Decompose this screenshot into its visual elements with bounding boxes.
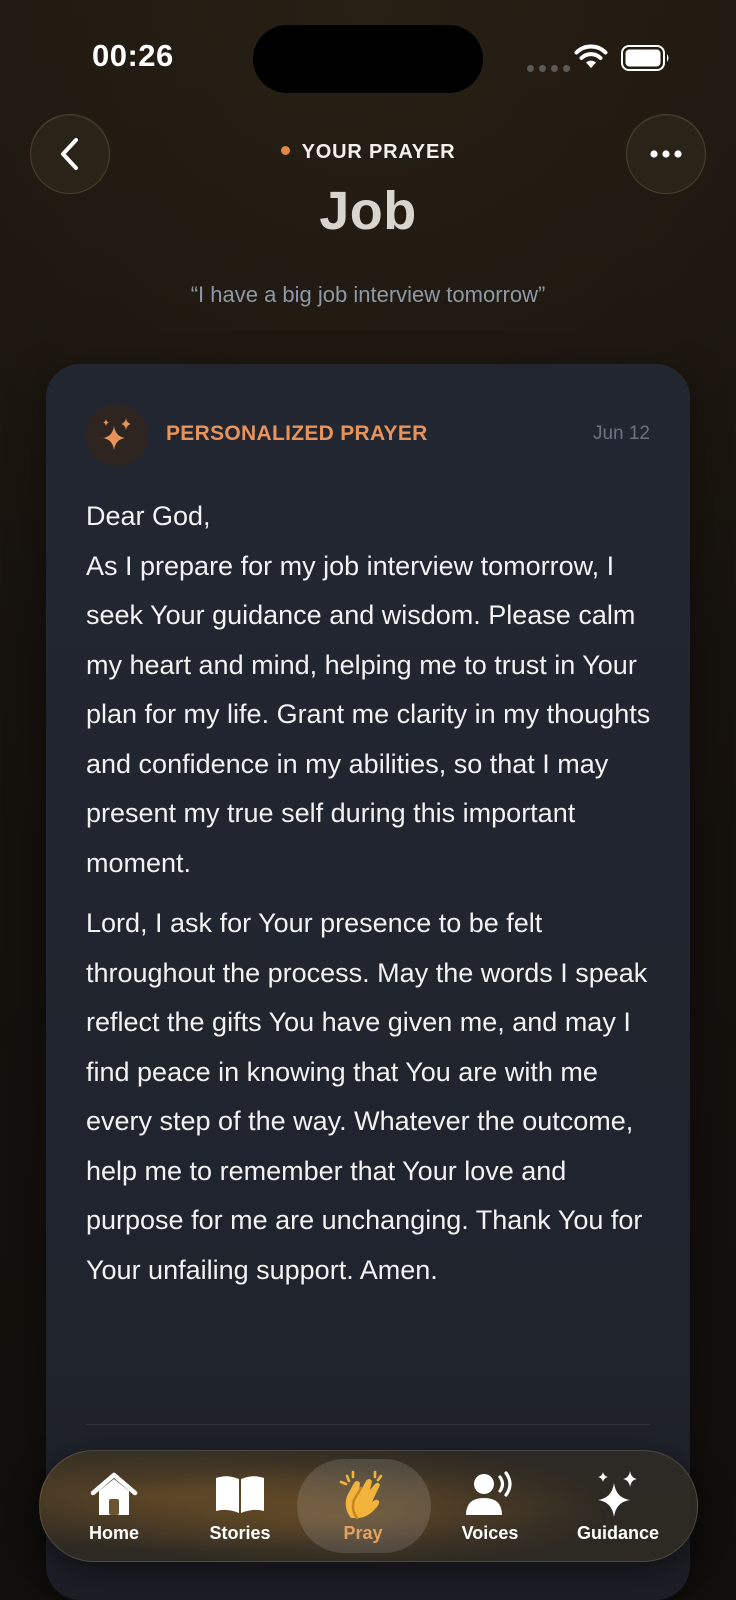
tab-pray[interactable]: Pray — [296, 1451, 430, 1561]
card-divider — [86, 1424, 650, 1425]
card-label: PERSONALIZED PRAYER — [166, 422, 428, 445]
tab-guidance-label: Guidance — [576, 1523, 660, 1543]
open-book-icon — [216, 1476, 264, 1513]
praying-hands-icon — [339, 1470, 383, 1520]
prayer-card: PERSONALIZED PRAYER Jun 12 Dear God, As … — [46, 364, 690, 1600]
status-bar: 00:26 — [0, 0, 736, 110]
tab-pray-label: Pray — [343, 1523, 383, 1543]
accent-dot — [280, 146, 290, 156]
sparkles-icon — [598, 1471, 637, 1517]
battery-icon — [621, 45, 669, 71]
wifi-icon — [574, 44, 608, 68]
speaking-person-icon — [466, 1471, 512, 1515]
tab-stories-label: Stories — [209, 1523, 271, 1543]
kicker-label: YOUR PRAYER — [301, 141, 456, 163]
cellular-signal-icon — [527, 65, 570, 72]
card-date: Jun 12 — [592, 423, 650, 444]
tab-stories[interactable]: Stories — [180, 1451, 300, 1561]
tab-voices[interactable]: Voices — [430, 1451, 550, 1561]
sparkle-badge — [86, 404, 148, 466]
dynamic-island — [253, 25, 483, 93]
tab-home-label: Home — [88, 1523, 139, 1543]
ellipsis-icon — [650, 150, 682, 158]
card-header: PERSONALIZED PRAYER Jun 12 — [86, 404, 650, 466]
prayer-paragraph: Lord, I ask for Your presence to be felt… — [86, 908, 648, 1285]
prayer-screen: 00:26 YOUR PRAYER Job “I have a big job … — [0, 0, 736, 1600]
tab-home[interactable]: Home — [54, 1451, 174, 1561]
tab-bar: Home Stories Pray Voices Guidance — [39, 1450, 698, 1562]
prayer-text: Dear God, As I prepare for my job interv… — [86, 492, 656, 1295]
page-title: Job — [319, 181, 417, 241]
tab-voices-label: Voices — [461, 1523, 519, 1543]
user-request-quote: “I have a big job interview tomorrow” — [190, 282, 546, 307]
prayer-paragraph: Dear God, As I prepare for my job interv… — [86, 501, 651, 878]
tab-guidance[interactable]: Guidance — [558, 1451, 678, 1561]
status-time: 00:26 — [92, 38, 174, 73]
house-icon — [90, 1472, 138, 1515]
sparkles-icon — [103, 418, 131, 450]
